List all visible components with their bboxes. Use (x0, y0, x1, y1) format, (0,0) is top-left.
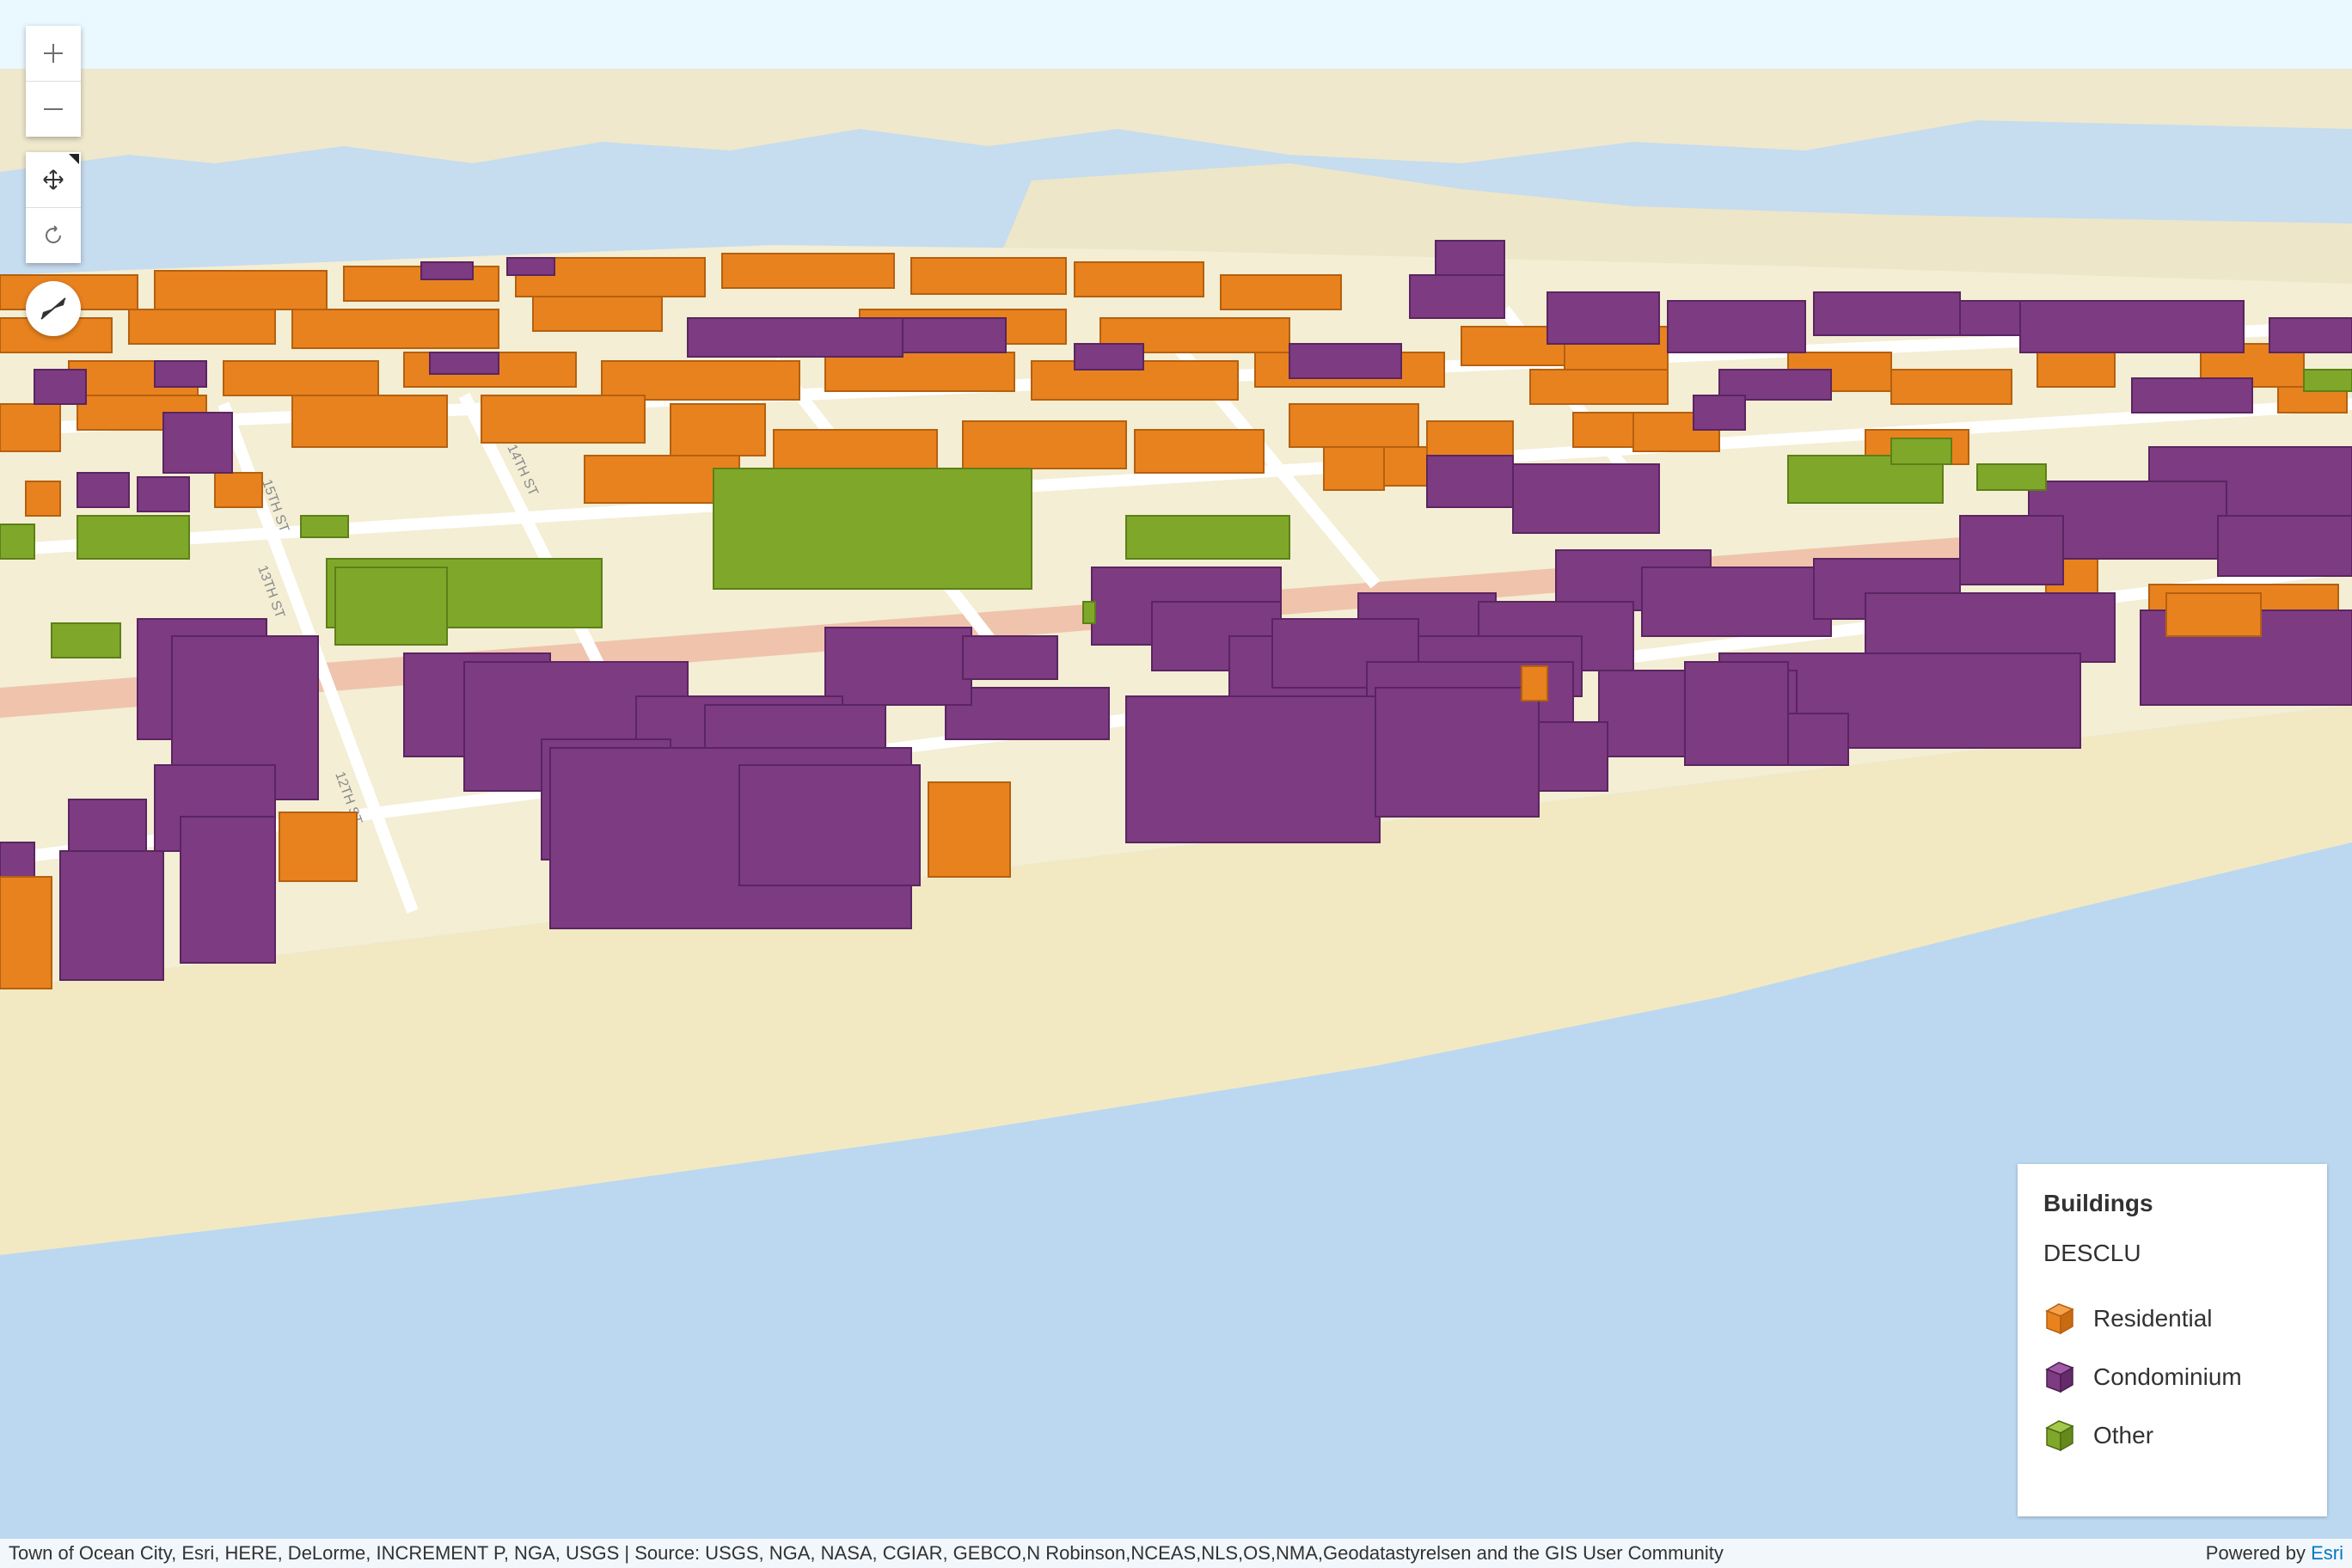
rotate-button[interactable] (26, 208, 81, 263)
cube-icon (2045, 1303, 2074, 1335)
zoom-in-button[interactable] (26, 26, 81, 82)
minus-icon (44, 108, 63, 110)
powered-by: Powered by Esri (2206, 1542, 2343, 1565)
legend-layer-title: Buildings (2043, 1190, 2153, 1216)
legend-item-other: Other (2043, 1406, 2301, 1465)
zoom-control (26, 26, 81, 137)
move-icon (43, 169, 64, 190)
legend-panel: Buildings DESCLU Residential Condominium… (2018, 1164, 2327, 1516)
esri-link[interactable]: Esri (2311, 1542, 2343, 1564)
compass-button[interactable] (26, 281, 81, 336)
legend-item-condominium: Condominium (2043, 1348, 2301, 1406)
sky (0, 0, 2352, 77)
compass-icon (40, 297, 66, 320)
legend-item-residential: Residential (2043, 1289, 2301, 1348)
active-indicator (69, 154, 79, 164)
attribution-sources[interactable]: Town of Ocean City, Esri, HERE, DeLorme,… (9, 1542, 1724, 1565)
cube-icon (2045, 1420, 2074, 1452)
pan-button[interactable] (26, 152, 81, 208)
navigation-toggle (26, 152, 81, 263)
plus-icon (44, 44, 63, 63)
map-view[interactable]: 15TH ST 14TH ST 13TH ST 12TH ST (0, 0, 2352, 1568)
legend-field-name: DESCLU (2043, 1240, 2141, 1266)
rotate-icon (46, 225, 61, 243)
cube-icon (2045, 1362, 2074, 1393)
zoom-out-button[interactable] (26, 82, 81, 137)
legend-item-label: Condominium (2093, 1363, 2242, 1390)
powered-by-label: Powered by (2205, 1542, 2306, 1564)
attribution-bar: Town of Ocean City, Esri, HERE, DeLorme,… (0, 1539, 2352, 1568)
legend-item-label: Other (2093, 1422, 2154, 1449)
legend-item-label: Residential (2093, 1305, 2213, 1332)
